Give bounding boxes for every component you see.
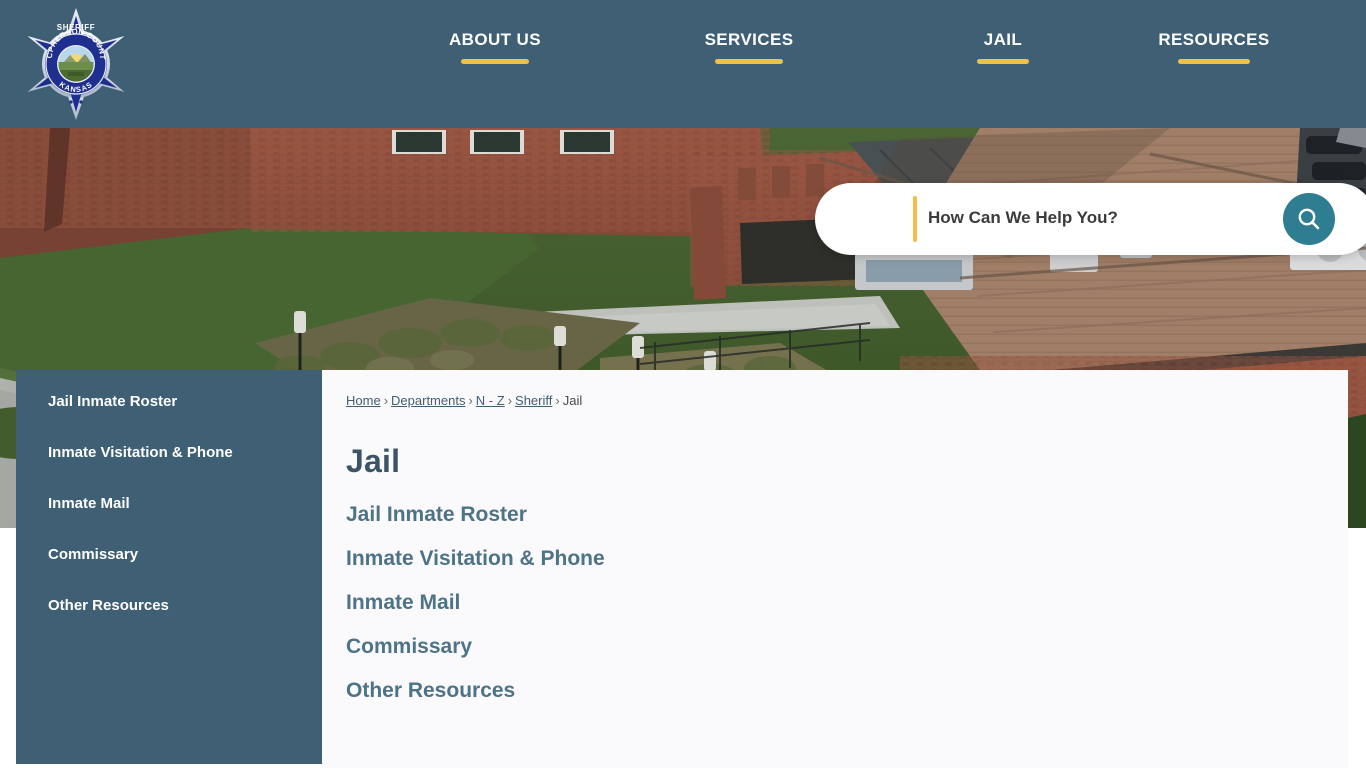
main-content: Home › Departments › N - Z › Sheriff › Jail Jail… <box>322 370 1348 768</box>
nav-underline <box>715 59 783 64</box>
nav-label: SERVICES <box>704 30 794 49</box>
breadcrumb-link-n-z[interactable]: N - Z <box>476 393 505 408</box>
breadcrumb-link-sheriff[interactable]: Sheriff <box>515 393 552 408</box>
content-link-inmate-mail[interactable]: Inmate Mail <box>346 590 460 616</box>
sidebar-item-inmate-visitation-phone[interactable]: Inmate Visitation & Phone <box>16 443 322 463</box>
site-header: MCPHERSON COUNTY KANSAS SHERIFF ABOUT US <box>0 0 1366 128</box>
sidebar-item-jail-inmate-roster[interactable]: Jail Inmate Roster <box>16 392 322 412</box>
content-link-other-resources[interactable]: Other Resources <box>346 678 515 704</box>
nav-item-about-us[interactable]: ABOUT US <box>400 28 590 64</box>
sidebar-item-commissary[interactable]: Commissary <box>16 545 322 565</box>
nav-item-resources[interactable]: RESOURCES <box>1119 28 1309 64</box>
section-sidebar: Jail Inmate Roster Inmate Visitation & P… <box>16 370 322 764</box>
sidebar-item-other-resources[interactable]: Other Resources <box>16 596 322 616</box>
search-button[interactable] <box>1283 193 1335 245</box>
breadcrumb-separator: › <box>555 393 560 408</box>
content-link-commissary[interactable]: Commissary <box>346 634 472 660</box>
breadcrumb-link-home[interactable]: Home <box>346 393 381 408</box>
search-icon <box>1298 208 1320 230</box>
search-divider <box>913 196 917 242</box>
nav-label: RESOURCES <box>1158 30 1270 49</box>
main-navigation: ABOUT US SERVICES JAIL RESOURCES <box>400 0 1366 128</box>
nav-item-jail[interactable]: JAIL <box>908 28 1098 64</box>
nav-item-services[interactable]: SERVICES <box>654 28 844 64</box>
breadcrumb-separator: › <box>507 393 513 408</box>
sheriff-star-badge-icon: MCPHERSON COUNTY KANSAS SHERIFF <box>27 8 125 120</box>
breadcrumb-separator: › <box>383 393 389 408</box>
nav-label: JAIL <box>983 30 1023 49</box>
search-input[interactable] <box>928 196 1268 240</box>
content-link-list: Jail Inmate Roster Inmate Visitation & P… <box>346 502 1348 704</box>
svg-text:SHERIFF: SHERIFF <box>57 23 95 32</box>
content-link-inmate-visitation-phone[interactable]: Inmate Visitation & Phone <box>346 546 605 572</box>
page-title: Jail <box>346 443 401 479</box>
sheriff-badge-logo[interactable]: MCPHERSON COUNTY KANSAS SHERIFF <box>18 6 134 122</box>
breadcrumb: Home › Departments › N - Z › Sheriff › Jail <box>346 392 1348 410</box>
breadcrumb-separator: › <box>468 393 473 408</box>
sidebar-item-inmate-mail[interactable]: Inmate Mail <box>16 494 322 514</box>
nav-underline <box>1178 59 1250 64</box>
breadcrumb-current: Jail <box>562 393 583 408</box>
content-link-jail-inmate-roster[interactable]: Jail Inmate Roster <box>346 502 527 528</box>
nav-underline <box>977 59 1029 64</box>
breadcrumb-link-departments[interactable]: Departments <box>391 393 465 408</box>
nav-label: ABOUT US <box>449 30 541 49</box>
nav-underline <box>461 59 529 64</box>
